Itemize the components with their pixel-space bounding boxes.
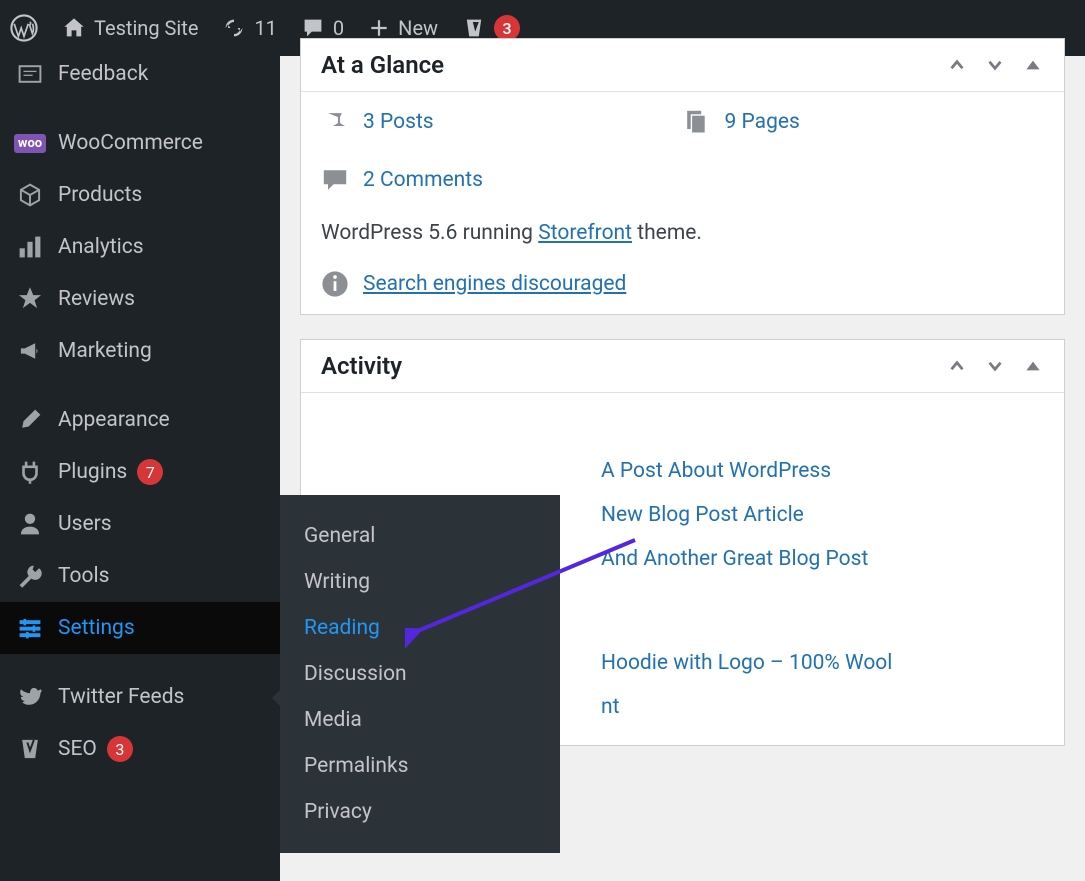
sidebar-label: WooCommerce [58,131,203,155]
refresh-icon [222,16,246,40]
sidebar-item-analytics[interactable]: Analytics [0,221,280,273]
chevron-up-icon[interactable] [946,355,968,377]
glance-comments[interactable]: 2 Comments [321,166,683,194]
submenu-item-general[interactable]: General [280,513,560,559]
wp-status: WordPress 5.6 running Storefront theme. [321,218,1044,250]
home-icon [62,16,86,40]
sidebar-label: Analytics [58,235,144,259]
sidebar-label: Reviews [58,287,135,311]
sidebar-item-seo[interactable]: SEO 3 [0,723,280,775]
activity-post-link[interactable]: nt [601,685,1044,729]
sidebar-item-settings[interactable]: Settings [0,602,280,654]
panel-controls [946,355,1044,377]
panel-title: Activity [321,352,402,380]
sidebar-item-products[interactable]: Products [0,169,280,221]
wp-logo[interactable] [10,14,38,42]
comment-icon [301,16,325,40]
plus-icon [368,17,390,39]
analytics-icon [16,233,44,261]
yoast-icon [462,16,486,40]
feedback-icon [16,60,44,88]
comment-icon [321,166,349,194]
woo-icon: woo [16,129,44,157]
sidebar-label: Marketing [58,339,152,363]
settings-submenu: General Writing Reading Discussion Media… [280,495,560,853]
products-icon [16,181,44,209]
theme-link[interactable]: Storefront [538,221,632,245]
triangle-up-icon[interactable] [1022,355,1044,377]
site-name: Testing Site [94,16,198,40]
panel-body: 3 Posts 9 Pages 2 Comments WordPress 5.6… [301,92,1064,314]
sidebar-item-appearance[interactable]: Appearance [0,394,280,446]
submenu-item-media[interactable]: Media [280,697,560,743]
comments-count: 0 [333,16,344,40]
chevron-down-icon[interactable] [984,54,1006,76]
updates-link[interactable]: 11 [222,16,276,40]
new-label: New [398,16,438,40]
sidebar-item-tools[interactable]: Tools [0,550,280,602]
glance-posts[interactable]: 3 Posts [321,108,683,136]
new-content-link[interactable]: New [368,16,438,40]
settings-icon [16,614,44,642]
sidebar-label: Settings [58,616,135,640]
sidebar-item-users[interactable]: Users [0,498,280,550]
glance-pages[interactable]: 9 Pages [683,108,1045,136]
updates-count: 11 [254,16,276,40]
star-icon [16,285,44,313]
chevron-up-icon[interactable] [946,54,968,76]
yoast-icon [16,735,44,763]
sidebar-item-reviews[interactable]: Reviews [0,273,280,325]
panel-header[interactable]: Activity [301,340,1064,393]
sidebar-label: Feedback [58,62,148,86]
wordpress-icon [10,14,38,42]
pages-link[interactable]: 9 Pages [725,110,800,134]
sidebar-item-plugins[interactable]: Plugins 7 [0,446,280,498]
plugins-badge: 7 [137,459,163,485]
comments-link[interactable]: 0 [301,16,344,40]
submenu-item-writing[interactable]: Writing [280,559,560,605]
admin-sidebar: Feedback woo WooCommerce Products Analyt… [0,56,280,881]
panel-controls [946,54,1044,76]
twitter-icon [16,683,44,711]
sidebar-label: Twitter Feeds [58,685,184,709]
sidebar-label: Tools [58,564,109,588]
sidebar-item-marketing[interactable]: Marketing [0,325,280,377]
activity-post-link[interactable]: And Another Great Blog Post [601,537,1044,581]
sidebar-label: Products [58,183,142,207]
pin-icon [321,108,349,136]
site-name-link[interactable]: Testing Site [62,16,198,40]
submenu-item-discussion[interactable]: Discussion [280,651,560,697]
users-icon [16,510,44,538]
sidebar-item-woocommerce[interactable]: woo WooCommerce [0,117,280,169]
submenu-item-reading[interactable]: Reading [280,605,560,651]
brush-icon [16,406,44,434]
pages-icon [683,108,711,136]
sidebar-label: Users [58,512,112,536]
chevron-down-icon[interactable] [984,355,1006,377]
submenu-item-privacy[interactable]: Privacy [280,789,560,835]
activity-post-link[interactable]: New Blog Post Article [601,493,1044,537]
info-icon [321,270,349,298]
sidebar-item-feedback[interactable]: Feedback [0,56,280,100]
posts-link[interactable]: 3 Posts [363,110,434,134]
sidebar-label: SEO [58,737,97,761]
comments-link[interactable]: 2 Comments [363,168,483,192]
tools-icon [16,562,44,590]
sidebar-label: Plugins [58,460,127,484]
at-a-glance-panel: At a Glance 3 Posts 9 Pages 2 Comm [300,38,1065,315]
megaphone-icon [16,337,44,365]
submenu-item-permalinks[interactable]: Permalinks [280,743,560,789]
sidebar-item-twitter[interactable]: Twitter Feeds [0,671,280,723]
sidebar-label: Appearance [58,408,170,432]
search-discouraged-link[interactable]: Search engines discouraged [363,272,626,296]
activity-post-link[interactable]: Hoodie with Logo – 100% Wool [601,641,1044,685]
seo-badge: 3 [107,736,133,762]
activity-post-link[interactable]: A Post About WordPress [601,449,1044,493]
triangle-up-icon[interactable] [1022,54,1044,76]
panel-header[interactable]: At a Glance [301,39,1064,92]
panel-title: At a Glance [321,51,444,79]
search-discouraged: Search engines discouraged [321,270,1044,298]
plug-icon [16,458,44,486]
